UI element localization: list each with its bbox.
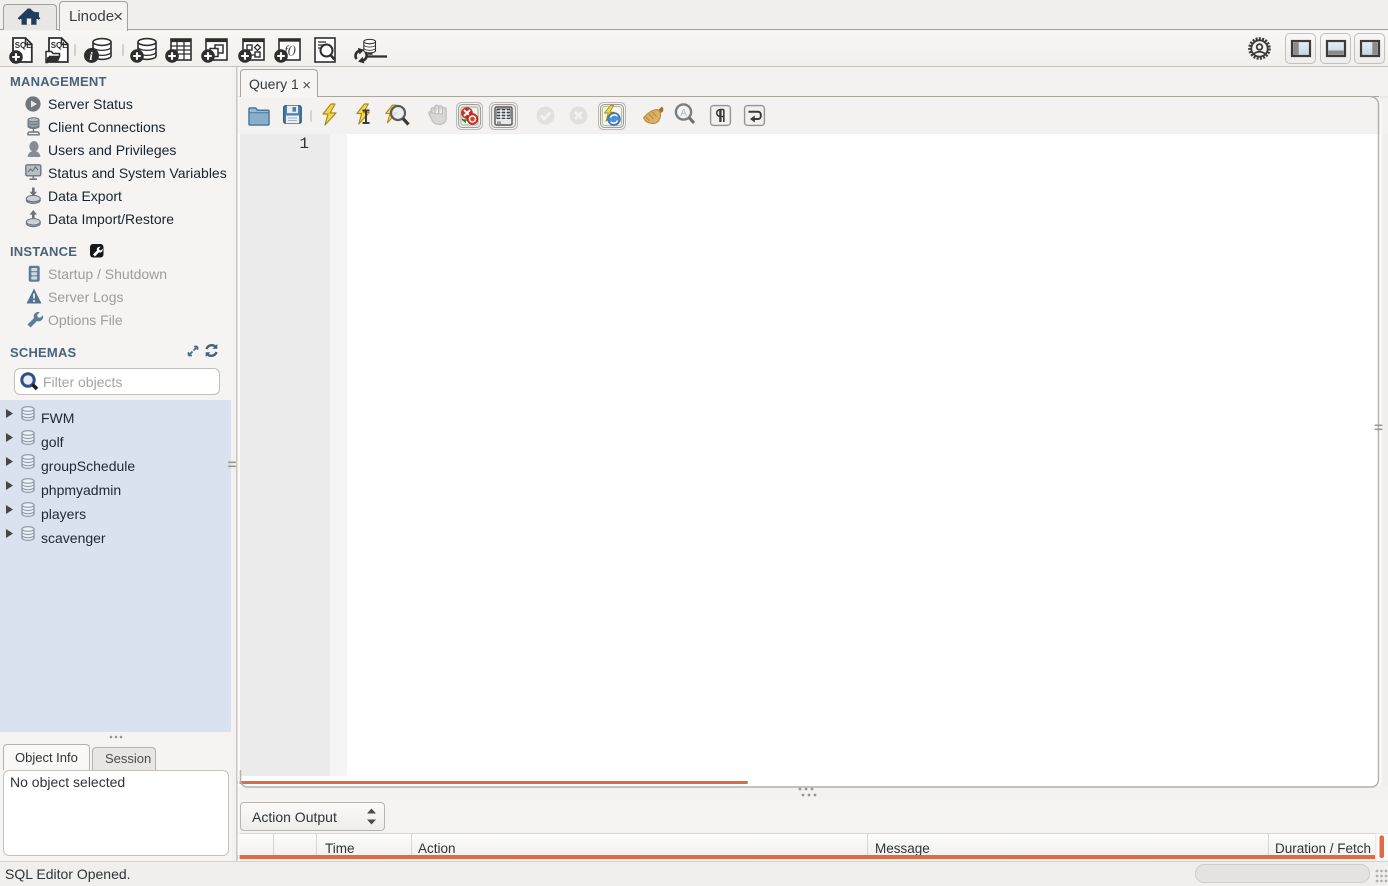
svg-text:A: A	[680, 108, 687, 119]
